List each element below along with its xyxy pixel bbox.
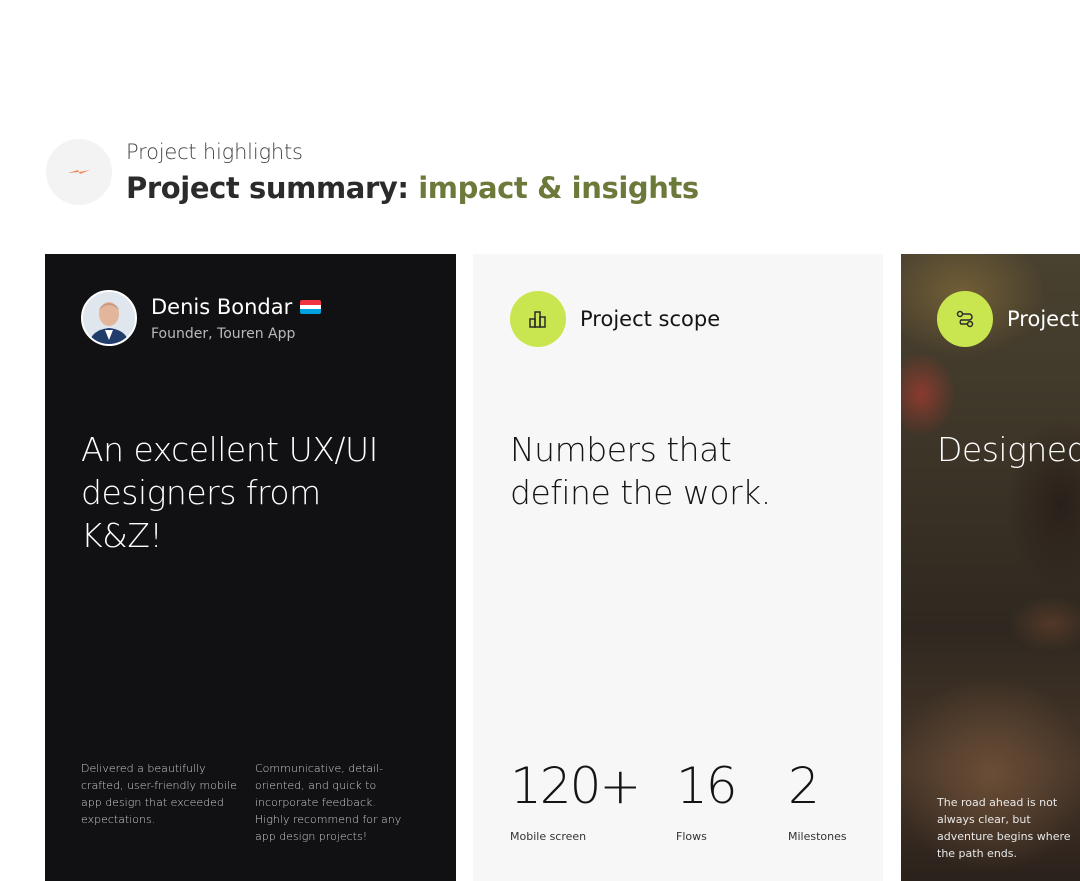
photo-card-header: Project bbox=[937, 291, 1079, 347]
scope-headline: Numbers that define the work. bbox=[510, 430, 771, 512]
stat-label: Mobile screen bbox=[510, 830, 587, 843]
photo-card-badge bbox=[937, 291, 993, 347]
testimonial-column-1: Delivered a beautifully crafted, user-fr… bbox=[81, 762, 237, 826]
photo-card: Project Designed bold. Built adventure T… bbox=[901, 254, 1080, 881]
section-header: Project highlights Project summary: impa… bbox=[46, 137, 699, 207]
stat-label: Flows bbox=[676, 830, 707, 843]
luxembourg-flag-icon bbox=[300, 300, 322, 314]
title-accent: impact & insights bbox=[418, 171, 699, 205]
stat-value: 2 bbox=[788, 757, 820, 815]
bar-chart-icon bbox=[529, 311, 546, 328]
photo-card-headline: Designed bold. Built adventure bbox=[937, 430, 1080, 469]
stat-value: 16 bbox=[676, 757, 738, 815]
photo-card-caption: The road ahead is not always clear, but … bbox=[937, 796, 1071, 860]
section-eyebrow: Project highlights bbox=[126, 140, 303, 164]
scope-title: Project scope bbox=[580, 307, 721, 331]
photo-card-title: Project bbox=[1007, 307, 1079, 331]
bolt-icon bbox=[68, 170, 90, 174]
testimonial-quote: An excellent UX/UI designers from K&Z! bbox=[81, 430, 378, 555]
testimonial-card: Denis Bondar Founder, Touren App An exce… bbox=[45, 254, 456, 881]
stat-value: 120+ bbox=[510, 757, 641, 815]
stat-item: 16 Flows bbox=[676, 754, 738, 844]
header-badge bbox=[46, 139, 112, 205]
profile-role: Founder, Touren App bbox=[151, 326, 296, 342]
stat-item: 120+ Mobile screen bbox=[510, 754, 641, 844]
title-main: Project summary: bbox=[126, 171, 419, 205]
scope-badge bbox=[510, 291, 566, 347]
stat-item: 2 Milestones bbox=[788, 754, 847, 844]
avatar bbox=[81, 290, 137, 346]
profile-name: Denis Bondar bbox=[151, 295, 293, 319]
scope-header: Project scope bbox=[510, 291, 720, 347]
profile: Denis Bondar Founder, Touren App bbox=[81, 290, 322, 346]
scope-card: Project scope Numbers that define the wo… bbox=[473, 254, 883, 881]
section-title: Project summary: impact & insights bbox=[126, 171, 699, 205]
testimonial-column-2: Communicative, detail-oriented, and quic… bbox=[255, 762, 402, 843]
route-icon bbox=[956, 310, 974, 328]
stat-label: Milestones bbox=[788, 830, 847, 843]
